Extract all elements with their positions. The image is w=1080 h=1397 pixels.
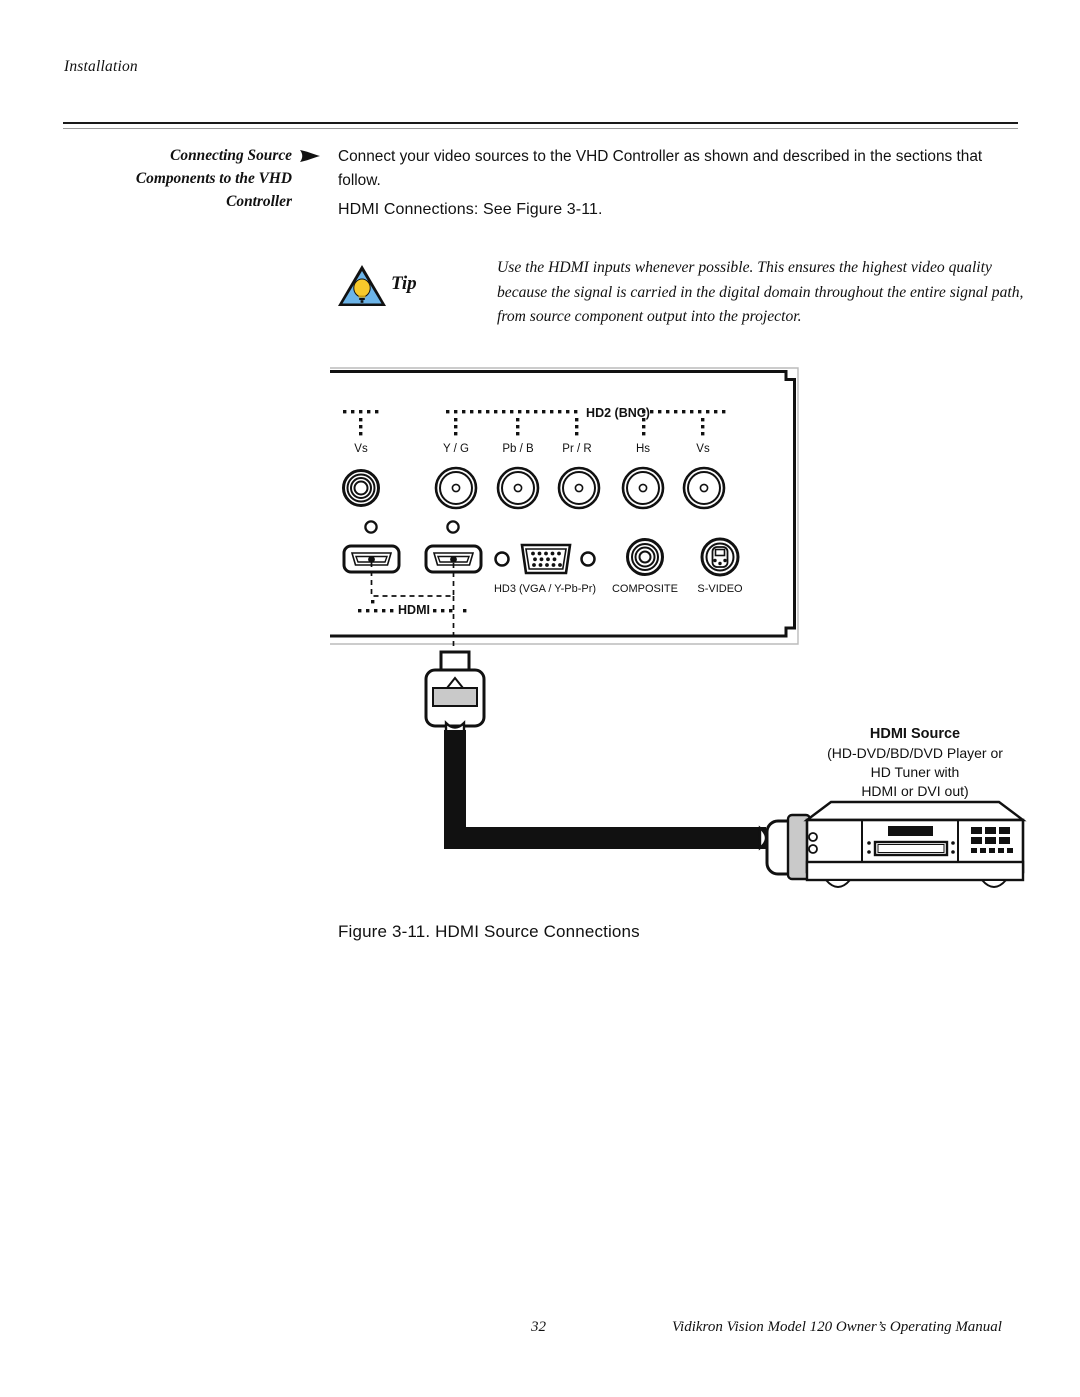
source-desc-line-1: (HD-DVD/BD/DVD Player or xyxy=(827,745,1003,761)
section-heading-line-3: Controller xyxy=(226,193,292,210)
figure-hdmi-source-connections: Vs HD2 (BNC) Y / G Pb / B Pr / R Hs Vs H… xyxy=(330,360,1030,905)
section-heading: Connecting Source Components to the VHD … xyxy=(62,144,292,213)
tip-label: Tip xyxy=(391,273,417,294)
hdmi-connections-subheading: HDMI Connections: See Figure 3-11. xyxy=(338,201,603,218)
panel-label-composite: COMPOSITE xyxy=(612,583,678,595)
intro-paragraph: Connect your video sources to the VHD Co… xyxy=(338,148,983,189)
source-desc-line-2: HD Tuner with xyxy=(871,764,960,780)
panel-group-label-hdmi: HDMI xyxy=(398,603,430,617)
hdmi-port-2 xyxy=(424,544,483,574)
svideo-jack xyxy=(700,537,740,577)
panel-label-hd3: HD3 (VGA / Y-Pb-Pr) xyxy=(494,583,596,595)
panel-label-pb-b: Pb / B xyxy=(502,443,534,455)
section-heading-line-1: Connecting Source xyxy=(170,147,292,164)
panel-label-svideo: S-VIDEO xyxy=(697,583,743,595)
running-head: Installation xyxy=(64,58,138,75)
panel-label-hs: Hs xyxy=(636,443,650,455)
panel-label-pr-r: Pr / R xyxy=(562,443,591,455)
panel-label-vs-right: Vs xyxy=(696,443,710,455)
panel-label-vs-left: Vs xyxy=(354,443,368,455)
section-heading-line-2: Components to the VHD xyxy=(135,170,292,187)
source-title: HDMI Source xyxy=(870,726,960,742)
figure-illustration: Vs HD2 (BNC) Y / G Pb / B Pr / R Hs Vs H… xyxy=(330,367,1027,888)
tip-lightbulb-triangle-icon xyxy=(336,262,388,309)
panel-label-y-g: Y / G xyxy=(443,443,469,455)
hdmi-port-1 xyxy=(342,544,401,574)
panel-group-label-hd2: HD2 (BNC) xyxy=(586,406,650,420)
figure-caption: Figure 3-11. HDMI Source Connections xyxy=(338,922,640,941)
manual-page: Installation Connecting Source Component… xyxy=(0,0,1080,1397)
footer-page-number: 32 xyxy=(531,1319,546,1335)
source-desc-line-3: HDMI or DVI out) xyxy=(861,783,968,799)
hdmi-source-device xyxy=(803,800,1027,888)
header-rule xyxy=(63,122,1018,129)
tip-text: Use the HDMI inputs whenever possible. T… xyxy=(497,259,1024,325)
footer-manual-title: Vidikron Vision Model 120 Owner’s Operat… xyxy=(672,1319,1002,1335)
